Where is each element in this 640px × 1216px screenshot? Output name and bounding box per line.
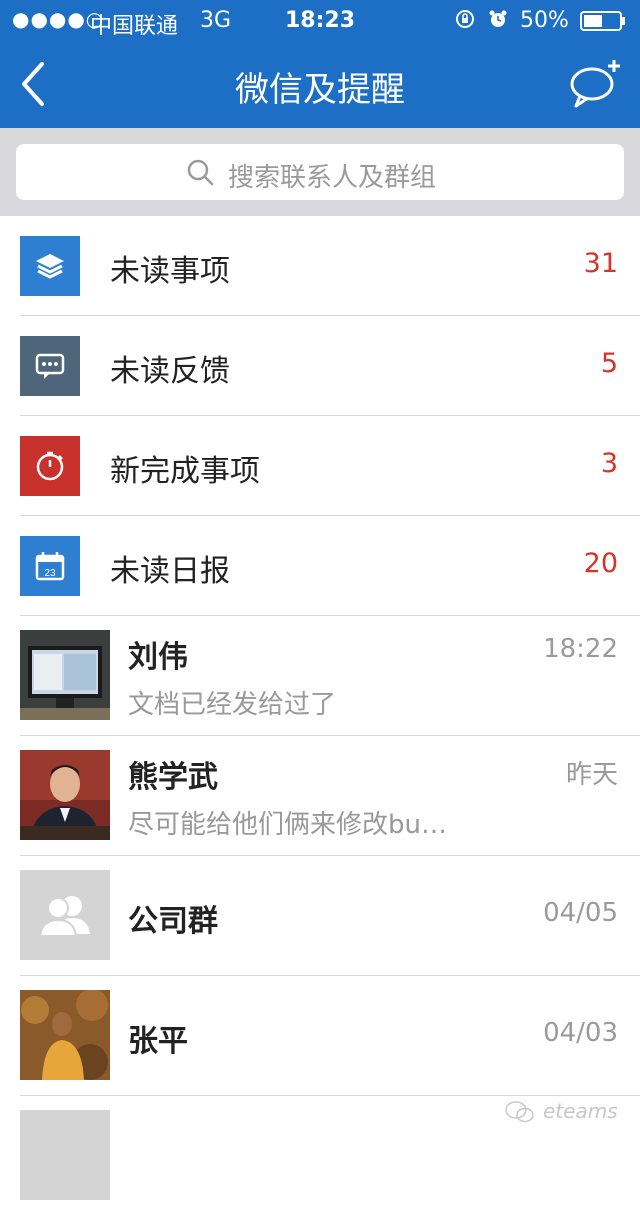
contact-name: 刘伟 bbox=[128, 640, 188, 675]
message-time: 18:22 bbox=[543, 634, 618, 664]
notification-count: 5 bbox=[600, 348, 618, 379]
message-time: 昨天 bbox=[565, 760, 618, 790]
group-placeholder-icon bbox=[20, 870, 110, 960]
nav-bar: 微信及提醒 bbox=[0, 40, 640, 128]
avatar bbox=[20, 630, 110, 720]
conversation-list: 未读事项 31 未读反馈 5 新完成事项 3 23 未读日报 20 刘伟 文档已… bbox=[0, 216, 640, 1216]
watermark-text: eteams bbox=[543, 1099, 618, 1123]
chat-row[interactable]: 张平 04/03 bbox=[0, 976, 640, 1096]
battery-icon bbox=[580, 11, 625, 31]
chat-row[interactable]: 公司群 04/05 bbox=[0, 856, 640, 976]
rotation-lock-icon bbox=[456, 10, 474, 28]
chat-row[interactable]: 刘伟 文档已经发给过了 18:22 bbox=[0, 616, 640, 736]
search-input[interactable]: 搜索联系人及群组 bbox=[16, 144, 624, 200]
wechat-icon bbox=[505, 1101, 534, 1123]
contact-name: 熊学武 bbox=[128, 760, 218, 795]
message-preview: 尽可能给他们俩来修改bu… bbox=[128, 810, 447, 840]
notification-count: 20 bbox=[583, 548, 618, 579]
notification-label: 未读事项 bbox=[110, 254, 230, 289]
notification-count: 3 bbox=[600, 448, 618, 479]
search-placeholder: 搜索联系人及群组 bbox=[228, 163, 437, 193]
alarm-icon bbox=[489, 10, 507, 27]
notification-row-unread-feedback[interactable]: 未读反馈 5 bbox=[0, 316, 640, 416]
avatar bbox=[20, 990, 110, 1080]
notification-label: 未读反馈 bbox=[110, 354, 230, 389]
status-bar: ●●●●○ 中国联通 3G 18:23 50% bbox=[0, 0, 640, 40]
notification-row-newly-completed[interactable]: 新完成事项 3 bbox=[0, 416, 640, 516]
notification-label: 未读日报 bbox=[110, 554, 230, 589]
notification-row-unread-items[interactable]: 未读事项 31 bbox=[0, 216, 640, 316]
layers-icon bbox=[20, 236, 80, 296]
calendar-day: 23 bbox=[44, 568, 56, 579]
notification-count: 31 bbox=[583, 248, 618, 279]
new-chat-button[interactable] bbox=[566, 56, 626, 112]
notification-row-unread-daily-report[interactable]: 23 未读日报 20 bbox=[0, 516, 640, 616]
contact-name: 张平 bbox=[128, 1024, 188, 1059]
watermark: eteams bbox=[505, 1096, 630, 1128]
message-time: 04/03 bbox=[543, 1018, 618, 1048]
battery-percentage: 50% bbox=[520, 8, 569, 33]
message-preview: 文档已经发给过了 bbox=[128, 690, 337, 720]
avatar bbox=[20, 1110, 110, 1200]
message-time: 04/05 bbox=[543, 898, 618, 928]
search-area: 搜索联系人及群组 bbox=[0, 128, 640, 216]
page-title: 微信及提醒 bbox=[235, 70, 405, 110]
notification-label: 新完成事项 bbox=[110, 454, 260, 489]
stopwatch-icon bbox=[20, 436, 80, 496]
comment-dots-icon bbox=[20, 336, 80, 396]
chat-row[interactable]: 熊学武 尽可能给他们俩来修改bu… 昨天 bbox=[0, 736, 640, 856]
avatar bbox=[20, 750, 110, 840]
calendar-icon: 23 bbox=[20, 536, 80, 596]
contact-name: 公司群 bbox=[128, 904, 218, 939]
search-icon bbox=[187, 159, 214, 186]
